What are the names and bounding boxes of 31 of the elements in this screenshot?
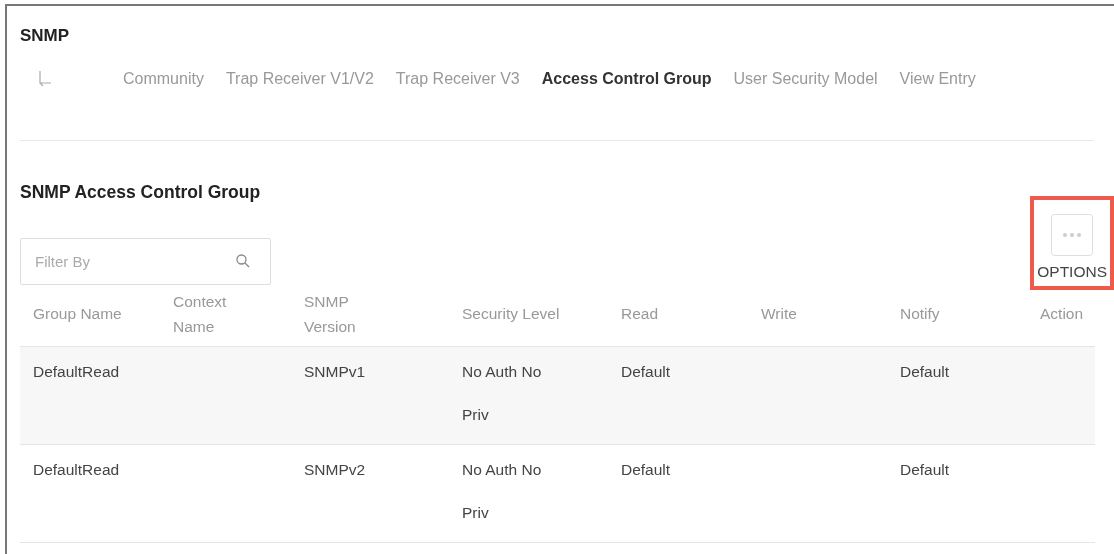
tab[interactable]: User Security Model — [733, 66, 878, 91]
tab[interactable]: Trap Receiver V1/V2 — [225, 66, 374, 91]
table-cell-text: Default — [900, 361, 951, 382]
tab[interactable]: Trap Receiver V3 — [395, 66, 520, 91]
options-button[interactable]: OPTIONS — [1037, 213, 1107, 283]
tab[interactable]: View Entry — [899, 66, 976, 91]
section-title: SNMP Access Control Group — [20, 180, 261, 204]
column-header: Read — [621, 304, 660, 325]
corner-arrow-icon — [37, 69, 53, 88]
table-cell-text: SNMPv1 — [304, 361, 367, 382]
tab[interactable]: Community — [123, 66, 204, 91]
table-cell-text: Default — [621, 361, 672, 382]
column-header: Group Name — [33, 304, 123, 325]
table-cell-text: DefaultRead — [33, 361, 121, 382]
page-title: SNMP — [20, 25, 70, 47]
table-cell-text: SNMPv2 — [304, 459, 367, 480]
column-header: Write — [761, 304, 798, 325]
column-header: Action — [1040, 304, 1082, 325]
column-header: Security Level — [462, 304, 561, 325]
table-cell-text: No Auth No Priv — [462, 459, 543, 523]
tab[interactable]: Access Control Group — [541, 66, 712, 91]
table-cell-text: Default — [621, 459, 672, 480]
table-cell-text: Default — [900, 459, 951, 480]
filter-field[interactable]: Filter By — [20, 237, 271, 285]
more-icon — [1051, 213, 1094, 256]
column-header: Context Name — [173, 291, 228, 337]
search-icon — [235, 252, 251, 269]
column-header: SNMP Version — [304, 291, 357, 337]
table-cell-text: DefaultRead — [33, 459, 121, 480]
table-cell-text: No Auth No Priv — [462, 361, 543, 425]
column-header: Notify — [900, 304, 941, 325]
